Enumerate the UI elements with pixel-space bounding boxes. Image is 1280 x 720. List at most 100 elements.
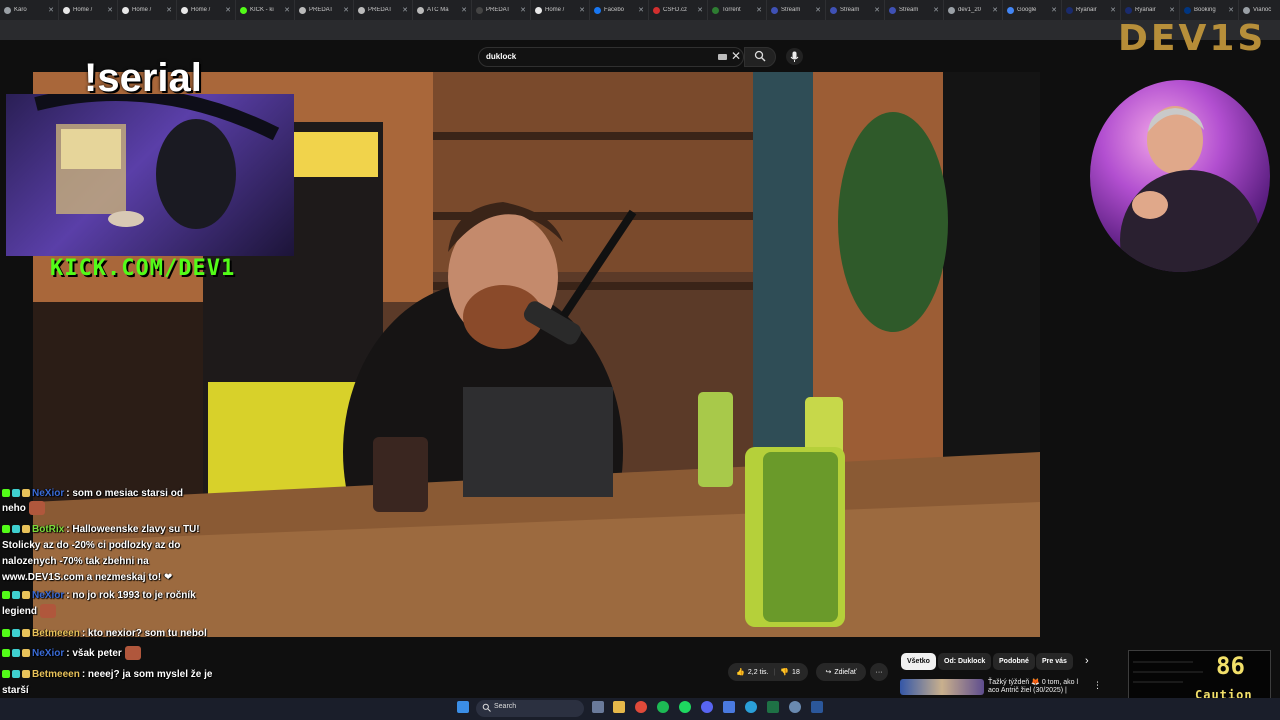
tab-close-icon[interactable]: ✕	[697, 6, 703, 14]
like-dislike-group[interactable]: 👍 2,2 tis. | 👎 18	[728, 663, 808, 681]
chat-badge-icon	[2, 525, 10, 534]
browser-tab[interactable]: Home / ✕	[177, 0, 236, 20]
browser-tab[interactable]: dev1_20 ✕	[944, 0, 1003, 20]
browser-tab[interactable]: Ryanair ✕	[1062, 0, 1121, 20]
chat-text: nalozenych -70% tak zbehni na	[2, 556, 149, 567]
chat-text: legiend	[2, 606, 38, 617]
related-video-title[interactable]: Ťažký týždeň 🦊 0 tom, ako l aco Antrič ž…	[988, 679, 1088, 695]
filter-chip[interactable]: Podobné	[993, 653, 1035, 670]
search-input[interactable]	[478, 47, 744, 67]
tab-close-icon[interactable]: ✕	[284, 6, 290, 14]
search-input-value[interactable]: duklock	[486, 52, 516, 61]
browser-tab-label: Káro	[14, 7, 27, 13]
excel-icon[interactable]	[767, 701, 779, 713]
browser-tab-label: Stream	[781, 7, 801, 13]
tab-close-icon[interactable]: ✕	[815, 6, 821, 14]
thumbs-down-icon[interactable]: 👎	[780, 668, 789, 676]
browser-tab[interactable]: Home / ✕	[531, 0, 590, 20]
chat-username: NeXior	[32, 590, 65, 601]
taskbar-search-label[interactable]: Search	[494, 703, 516, 710]
tab-close-icon[interactable]: ✕	[992, 6, 998, 14]
chat-message: nalozenych -70% tak zbehni na	[2, 554, 149, 570]
filter-chip[interactable]: Všetko	[901, 653, 936, 670]
tab-close-icon[interactable]: ✕	[1110, 6, 1116, 14]
tab-close-icon[interactable]: ✕	[166, 6, 172, 14]
chrome-icon[interactable]	[635, 701, 647, 713]
browser-tab[interactable]: Vianoč✕	[1239, 0, 1280, 20]
browser-tab[interactable]: Home / ✕	[59, 0, 118, 20]
csfd-icon	[653, 6, 660, 14]
stream-icon	[771, 6, 778, 14]
edge-icon[interactable]	[745, 701, 757, 713]
related-video-thumbnail[interactable]	[900, 679, 984, 695]
tab-close-icon[interactable]: ✕	[48, 6, 54, 14]
filter-chip[interactable]: Od: Duklock	[938, 653, 992, 670]
filter-chip[interactable]: Pre vás	[1036, 653, 1073, 670]
app-blue-icon[interactable]	[723, 701, 735, 713]
tab-close-icon[interactable]: ✕	[461, 6, 467, 14]
tab-close-icon[interactable]: ✕	[756, 6, 762, 14]
browser-tab[interactable]: ČSFD.cz ✕	[649, 0, 708, 20]
spotify-icon[interactable]	[679, 701, 691, 713]
browser-tab[interactable]: Stream ✕	[826, 0, 885, 20]
like-count[interactable]: 2,2 tis.	[748, 669, 769, 676]
booking-icon	[1184, 6, 1191, 14]
app-green-icon[interactable]	[657, 701, 669, 713]
tab-close-icon[interactable]: ✕	[874, 6, 880, 14]
keyboard-icon[interactable]	[718, 54, 727, 60]
related-video-menu-icon[interactable]: ⋮	[1093, 680, 1102, 691]
browser-tab[interactable]: Facebo ✕	[590, 0, 649, 20]
browser-tab[interactable]: Home / ✕	[118, 0, 177, 20]
browser-tab-label: Google	[1017, 7, 1037, 13]
browser-tab[interactable]: Ryanair ✕	[1121, 0, 1180, 20]
thumbs-up-icon[interactable]: 👍	[736, 668, 745, 676]
tab-close-icon[interactable]: ✕	[638, 6, 644, 14]
browser-tab[interactable]: PREDAT ✕	[472, 0, 531, 20]
browser-tab[interactable]: Stream ✕	[767, 0, 826, 20]
tab-close-icon[interactable]: ✕	[933, 6, 939, 14]
chat-message: NeXior: som o mesiac starsi od	[2, 486, 183, 502]
share-button[interactable]: ↪ Zdieľať	[816, 663, 866, 681]
tab-close-icon[interactable]: ✕	[1169, 6, 1175, 14]
discord-icon[interactable]	[701, 701, 713, 713]
file-explorer-icon[interactable]	[613, 701, 625, 713]
browser-tab[interactable]: Torrent ✕	[708, 0, 767, 20]
chips-next-icon[interactable]: ›	[1085, 655, 1089, 667]
browser-tab[interactable]: Google ✕	[1003, 0, 1062, 20]
tab-close-icon[interactable]: ✕	[1051, 6, 1057, 14]
tab-close-icon[interactable]: ✕	[1228, 6, 1234, 14]
voice-search-button[interactable]	[786, 48, 803, 65]
browser-tab[interactable]: Booking ✕	[1180, 0, 1239, 20]
task-view-icon[interactable]	[592, 701, 604, 713]
browser-tab[interactable]: Káro ✕	[0, 0, 59, 20]
browser-tab[interactable]: PREDAT ✕	[354, 0, 413, 20]
windows-start-icon[interactable]	[457, 701, 469, 713]
chat-message: legiend	[2, 604, 57, 620]
browser-tab-label: Facebo	[604, 7, 625, 13]
search-icon[interactable]	[754, 50, 766, 62]
taskbar-search[interactable]	[476, 700, 584, 717]
tab-close-icon[interactable]: ✕	[402, 6, 408, 14]
webcam-image	[34, 94, 280, 229]
browser-tab-label: ATC Ma	[427, 7, 449, 13]
tab-close-icon[interactable]: ✕	[520, 6, 526, 14]
chat-badge-icon	[12, 629, 20, 638]
network-icon[interactable]	[789, 701, 801, 713]
word-icon[interactable]	[811, 701, 823, 713]
browser-tab[interactable]: ATC Ma ✕	[413, 0, 472, 20]
tab-close-icon[interactable]: ✕	[107, 6, 113, 14]
tab-close-icon[interactable]: ✕	[225, 6, 231, 14]
chat-username: Betmeeen	[32, 669, 80, 680]
browser-tab[interactable]: Stream ✕	[885, 0, 944, 20]
browser-tab-label: Home /	[545, 7, 565, 13]
dislike-count[interactable]: 18	[792, 669, 800, 676]
clear-search-icon[interactable]: ✕	[731, 49, 741, 63]
more-actions-button[interactable]: ···	[870, 663, 888, 681]
browser-tab[interactable]: KICK - ki ✕	[236, 0, 295, 20]
facebook-icon	[594, 6, 601, 14]
tab-close-icon[interactable]: ✕	[579, 6, 585, 14]
chat-username: NeXior	[32, 648, 65, 659]
tab-close-icon[interactable]: ✕	[343, 6, 349, 14]
meter-value: 86	[1216, 652, 1245, 680]
browser-tab[interactable]: PREDAT ✕	[295, 0, 354, 20]
